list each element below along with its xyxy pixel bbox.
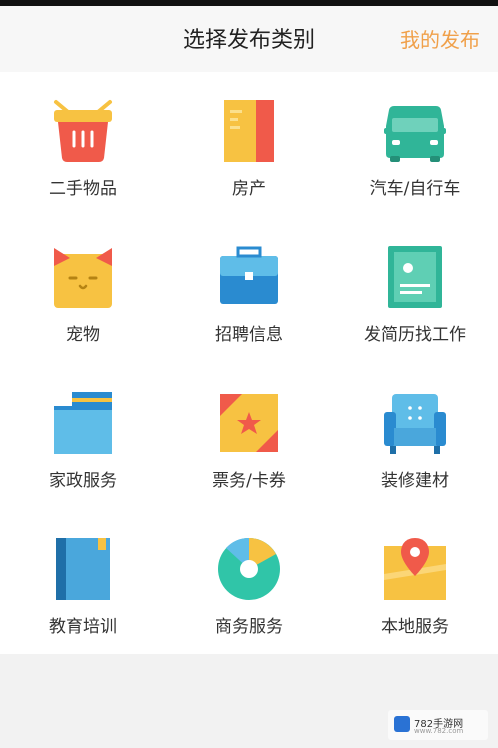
category-label: 教育培训 [49,617,117,637]
category-grid: 二手物品 房产 汽车/自行车 宠物 招聘信息 发简历找工作 家政服务 票务/卡券… [0,72,498,654]
category-decoration[interactable]: 装修建材 [332,364,498,510]
box-icon [48,388,118,458]
navigation-bar: 选择发布类别 我的发布 [0,6,498,72]
category-label: 汽车/自行车 [369,179,461,199]
category-real-estate[interactable]: 房产 [166,72,332,218]
watermark-subtext: www.782.com [414,727,464,735]
category-business[interactable]: 商务服务 [166,510,332,656]
category-resume[interactable]: 发简历找工作 [332,218,498,364]
category-label: 二手物品 [49,179,117,199]
briefcase-icon [214,242,284,312]
site-watermark: 782手游网 www.782.com [388,710,488,740]
category-secondhand[interactable]: 二手物品 [0,72,166,218]
ticket-icon [214,388,284,458]
category-label: 宠物 [66,325,100,345]
my-posts-button[interactable]: 我的发布 [400,24,480,53]
map-pin-icon [380,534,450,604]
category-label: 本地服务 [381,617,449,637]
cat-icon [48,242,118,312]
category-housekeeping[interactable]: 家政服务 [0,364,166,510]
category-vehicles[interactable]: 汽车/自行车 [332,72,498,218]
pie-chart-icon [214,534,284,604]
category-label: 发简历找工作 [364,325,466,345]
category-label: 房产 [232,179,266,199]
category-label: 装修建材 [381,471,449,491]
door-icon [214,96,284,166]
watermark-logo-icon [394,716,410,732]
armchair-icon [380,388,450,458]
category-tickets[interactable]: 票务/卡券 [166,364,332,510]
category-label: 家政服务 [49,471,117,491]
category-local-services[interactable]: 本地服务 [332,510,498,656]
category-jobs[interactable]: 招聘信息 [166,218,332,364]
category-pets[interactable]: 宠物 [0,218,166,364]
basket-icon [48,96,118,166]
category-label: 招聘信息 [215,325,283,345]
category-education[interactable]: 教育培训 [0,510,166,656]
category-label: 票务/卡券 [212,471,286,491]
book-icon [48,534,118,604]
car-icon [380,96,450,166]
resume-icon [380,242,450,312]
category-label: 商务服务 [215,617,283,637]
